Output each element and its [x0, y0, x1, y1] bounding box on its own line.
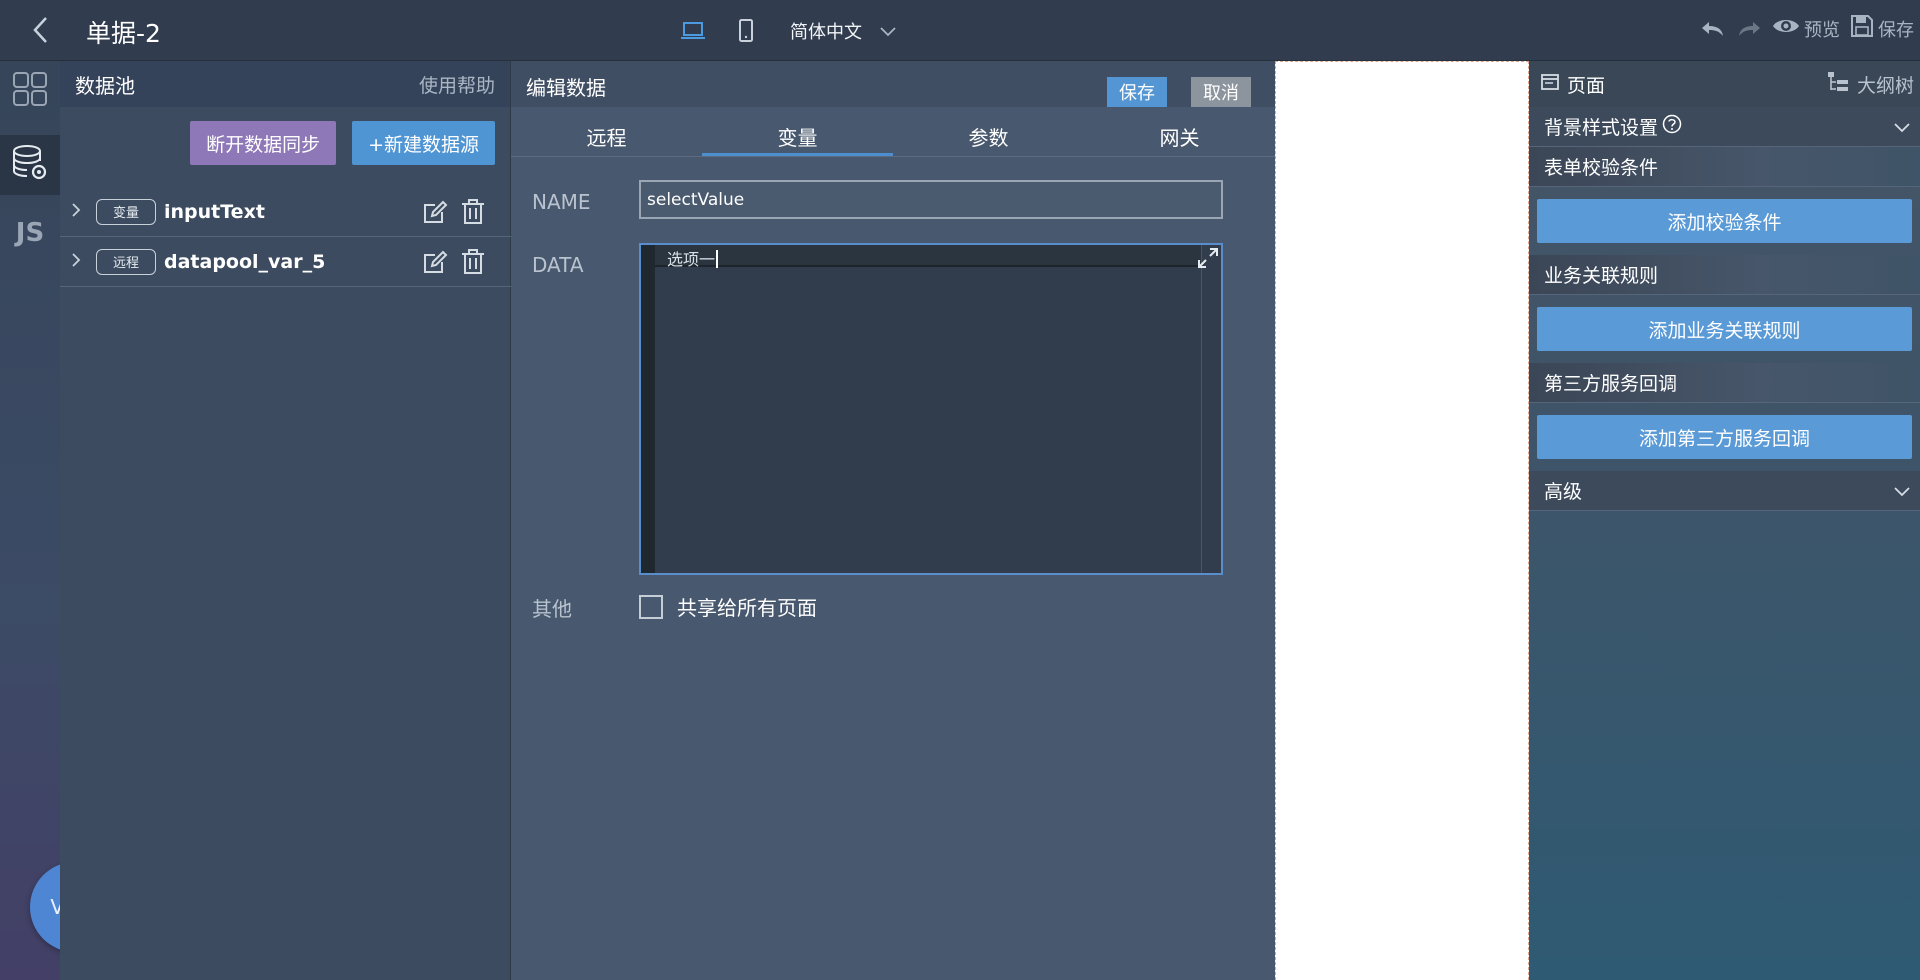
name-input[interactable] — [639, 180, 1223, 219]
left-rail: JS — [0, 61, 60, 980]
tab-params[interactable]: 参数 — [893, 121, 1084, 156]
top-actions: 预览 保存 — [1700, 14, 1914, 43]
chevron-right-icon[interactable] — [70, 252, 84, 272]
preview-button[interactable]: 预览 — [1772, 16, 1840, 42]
mobile-device-icon[interactable] — [736, 18, 756, 44]
data-code-editor[interactable]: 选项一 — [639, 243, 1223, 575]
text-cursor — [716, 250, 719, 268]
type-tag: 远程 — [96, 248, 156, 275]
editor-text: 选项一 — [667, 246, 719, 270]
tree-icon — [1827, 71, 1849, 98]
help-circle-icon[interactable] — [1662, 114, 1682, 139]
background-style-title: 背景样式设置 — [1544, 117, 1659, 139]
add-callback-button[interactable]: 添加第三方服务回调 — [1537, 415, 1912, 459]
share-option: 共享给所有页面 — [639, 592, 817, 621]
tab-gateway[interactable]: 网关 — [1084, 121, 1275, 156]
edit-data-panel: 编辑数据 保存 取消 远程 变量 参数 网关 NAME DATA 选项一 其他 … — [511, 61, 1275, 980]
database-gear-icon — [10, 143, 50, 187]
undo-icon[interactable] — [1700, 19, 1726, 39]
editor-content: 选项一 — [667, 250, 716, 269]
datasource-name: inputText — [164, 200, 265, 223]
callback-title: 第三方服务回调 — [1544, 373, 1678, 395]
background-style-section[interactable]: 背景样式设置 — [1529, 107, 1920, 147]
top-bar: 单据-2 简体中文 预览 保存 — [0, 0, 1920, 61]
cancel-data-button[interactable]: 取消 — [1191, 77, 1251, 107]
trash-icon[interactable] — [460, 249, 486, 275]
type-tag: 变量 — [96, 198, 156, 225]
share-all-pages-checkbox[interactable] — [639, 594, 663, 619]
edit-icon[interactable] — [422, 199, 448, 225]
save-data-button[interactable]: 保存 — [1107, 77, 1167, 107]
rail-datapool[interactable] — [0, 135, 60, 195]
design-canvas[interactable] — [1275, 61, 1529, 980]
datapool-header: 数据池 使用帮助 — [60, 61, 510, 107]
datasource-type-tabs: 远程 变量 参数 网关 — [511, 121, 1275, 157]
datasource-name: datapool_var_5 — [164, 250, 326, 273]
redo-icon[interactable] — [1736, 19, 1762, 39]
business-rule-title: 业务关联规则 — [1544, 265, 1659, 287]
save-label: 保存 — [1878, 19, 1914, 41]
chevron-down-icon — [880, 21, 896, 42]
editor-gutter — [641, 245, 655, 573]
outline-tree-tab[interactable]: 大纲树 — [1827, 71, 1914, 98]
rail-components[interactable] — [0, 61, 60, 121]
disconnect-sync-button[interactable]: 断开数据同步 — [190, 121, 337, 165]
chevron-down-icon — [1894, 116, 1910, 138]
desktop-device-icon[interactable] — [680, 18, 706, 44]
advanced-title: 高级 — [1544, 481, 1583, 503]
data-label: DATA — [532, 253, 584, 277]
preview-label: 预览 — [1804, 19, 1840, 41]
share-all-pages-label[interactable]: 共享给所有页面 — [677, 592, 817, 621]
list-item[interactable]: 远程 datapool_var_5 — [60, 237, 511, 287]
rail-js[interactable]: JS — [0, 203, 60, 263]
validation-actions: 添加校验条件 — [1529, 187, 1920, 255]
new-datasource-button[interactable]: +新建数据源 — [352, 121, 495, 165]
other-label: 其他 — [532, 597, 572, 621]
business-rule-actions: 添加业务关联规则 — [1529, 295, 1920, 363]
page-title: 单据-2 — [86, 19, 161, 48]
edit-icon[interactable] — [422, 249, 448, 275]
help-link[interactable]: 使用帮助 — [419, 71, 495, 98]
fullscreen-expand-icon[interactable] — [1197, 247, 1219, 269]
editor-active-line: 选项一 — [655, 245, 1201, 270]
tab-remote[interactable]: 远程 — [511, 121, 702, 156]
outline-tree-label: 大纲树 — [1856, 74, 1914, 97]
name-label: NAME — [532, 190, 591, 214]
callback-actions: 添加第三方服务回调 — [1529, 403, 1920, 471]
datapool-title: 数据池 — [75, 73, 135, 98]
business-rule-section-title: 业务关联规则 — [1529, 255, 1920, 295]
validation-title: 表单校验条件 — [1544, 157, 1659, 179]
eye-icon — [1772, 16, 1800, 41]
page-tab-label: 页面 — [1567, 74, 1606, 97]
back-arrow-icon[interactable] — [28, 14, 56, 46]
properties-panel: 页面 大纲树 背景样式设置 表单校验条件 添加校验条件 业务关联规则 添加业务关… — [1529, 61, 1920, 980]
list-item[interactable]: 变量 inputText — [60, 187, 511, 237]
callback-section-title: 第三方服务回调 — [1529, 363, 1920, 403]
save-button[interactable]: 保存 — [1850, 14, 1914, 43]
chevron-down-icon — [1894, 480, 1910, 502]
properties-header: 页面 大纲树 — [1529, 61, 1920, 107]
page-tab[interactable]: 页面 — [1541, 71, 1605, 98]
datapool-list: 变量 inputText 远程 datapool_var_5 — [60, 187, 511, 287]
language-label: 简体中文 — [790, 22, 862, 43]
js-icon: JS — [15, 218, 45, 248]
edit-data-title: 编辑数据 — [526, 76, 606, 100]
language-select[interactable]: 简体中文 — [790, 18, 896, 44]
tab-variable[interactable]: 变量 — [702, 121, 893, 156]
add-validation-button[interactable]: 添加校验条件 — [1537, 199, 1912, 243]
chevron-right-icon[interactable] — [70, 202, 84, 222]
validation-section-title: 表单校验条件 — [1529, 147, 1920, 187]
editor-scrollbar[interactable] — [1201, 245, 1221, 573]
add-business-rule-button[interactable]: 添加业务关联规则 — [1537, 307, 1912, 351]
datapool-actions: 断开数据同步 +新建数据源 — [190, 121, 495, 165]
floppy-disk-icon — [1850, 14, 1874, 43]
advanced-section[interactable]: 高级 — [1529, 471, 1920, 511]
trash-icon[interactable] — [460, 199, 486, 225]
datapool-panel: 数据池 使用帮助 断开数据同步 +新建数据源 变量 inputText 远程 d… — [60, 61, 511, 980]
grid-icon — [12, 71, 48, 111]
page-icon — [1541, 73, 1559, 96]
